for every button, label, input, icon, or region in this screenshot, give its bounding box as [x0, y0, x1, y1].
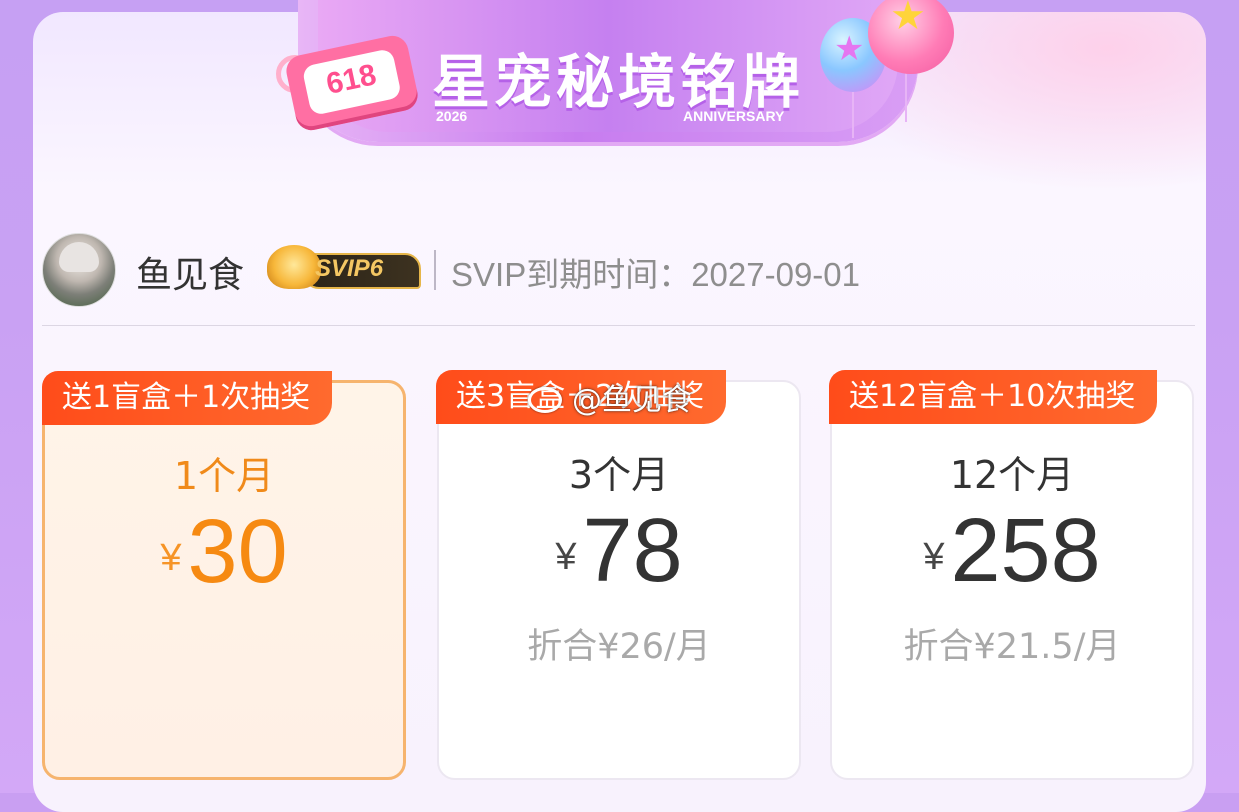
- divider: [42, 325, 1195, 326]
- star-icon: ★: [834, 29, 865, 69]
- currency-symbol: ¥: [555, 536, 577, 578]
- balloon-string: [852, 90, 854, 138]
- monthly-equivalent: 折合¥26/月: [527, 627, 711, 667]
- plan-card-3-months[interactable]: 送3盲盒＋2次抽奖 3个月 ¥78 折合¥26/月: [436, 370, 801, 780]
- svip-level: SVIP6: [315, 255, 384, 282]
- avatar[interactable]: [42, 233, 116, 307]
- 618-tag-label: 618: [323, 58, 380, 101]
- star-icon: ★: [890, 0, 926, 39]
- plan-price: ¥78: [439, 500, 799, 603]
- plan-price: ¥30: [45, 501, 403, 604]
- plan-period: 3个月: [568, 453, 670, 497]
- username: 鱼见食: [136, 255, 245, 296]
- monthly-equivalent: 折合¥21.5/月: [903, 627, 1121, 667]
- currency-symbol: ¥: [160, 537, 182, 579]
- watermark: @鱼见食: [528, 375, 692, 419]
- price-amount: 30: [187, 502, 288, 602]
- plan-period: 12个月: [949, 453, 1075, 497]
- plan-card-12-months[interactable]: 送12盲盒＋10次抽奖 12个月 ¥258 折合¥21.5/月: [829, 370, 1194, 780]
- price-amount: 78: [582, 501, 683, 601]
- banner-year: 2026: [436, 108, 468, 124]
- weibo-icon: [528, 387, 562, 413]
- balloon-string: [905, 72, 907, 122]
- plan-price: ¥258: [832, 500, 1192, 603]
- watermark-text: @鱼见食: [572, 383, 692, 418]
- svip-badge: SVIP6: [267, 243, 421, 291]
- banner-subtitle: ANNIVERSARY: [683, 108, 785, 124]
- expiry-label: SVIP到期时间：: [451, 256, 692, 293]
- banner-title: 星宠秘境铭牌: [432, 48, 805, 116]
- promo-tag: 送1盲盒＋1次抽奖: [42, 371, 333, 425]
- price-amount: 258: [950, 501, 1101, 601]
- promo-tag: 送12盲盒＋10次抽奖: [829, 370, 1158, 424]
- crown-icon: [267, 245, 321, 289]
- plan-card-1-month[interactable]: 送1盲盒＋1次抽奖 1个月 ¥30: [42, 371, 406, 780]
- svip-expiry: SVIP到期时间：2027-09-01: [451, 248, 860, 296]
- expiry-date: 2027-09-01: [691, 256, 861, 293]
- plan-period: 1个月: [173, 454, 275, 498]
- currency-symbol: ¥: [923, 536, 945, 578]
- divider: [434, 250, 436, 290]
